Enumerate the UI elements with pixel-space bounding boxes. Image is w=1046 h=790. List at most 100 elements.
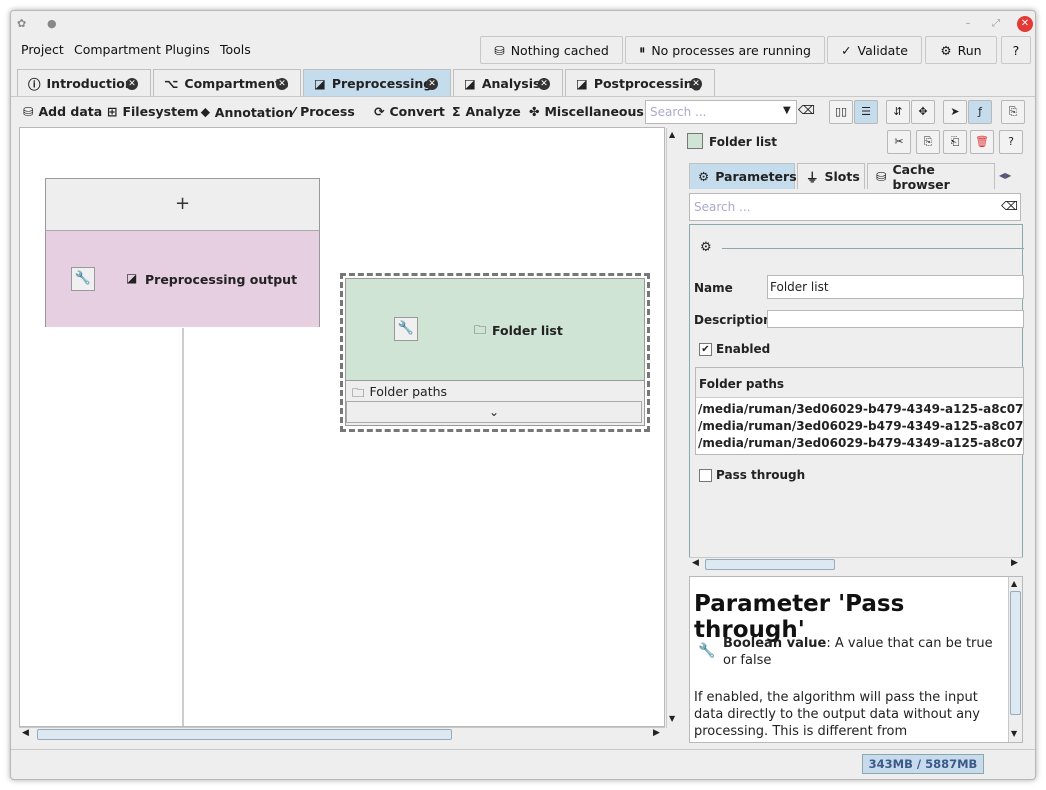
scroll-left-icon[interactable]: ◀ xyxy=(692,558,699,568)
auto-layout-icon[interactable]: ⇵ xyxy=(886,100,910,124)
convert-button[interactable]: ⟳ Convert xyxy=(374,104,445,119)
compartment-icon: ◪ xyxy=(464,76,476,91)
menu-compartment[interactable]: Compartment xyxy=(74,42,161,57)
enabled-checkbox[interactable]: ✔ xyxy=(699,343,712,356)
miscellaneous-label: Miscellaneous xyxy=(544,104,644,119)
scroll-left-icon[interactable]: ◀ xyxy=(22,728,29,738)
export-icon[interactable]: ⎘ xyxy=(1001,100,1025,124)
cache-status-button[interactable]: ⛁ Nothing cached xyxy=(480,36,623,64)
close-window-button[interactable]: ✕ xyxy=(1017,16,1033,32)
tab-label: Cache browser xyxy=(892,161,950,192)
run-button[interactable]: ⚙ Run xyxy=(925,36,997,64)
canvas-horizontal-scrollbar[interactable]: ◀ ▶ xyxy=(19,727,665,741)
tab-introduction[interactable]: ⓘ Introduction ✕ xyxy=(17,69,151,97)
tab-label: Parameters xyxy=(715,169,797,184)
close-tab-icon[interactable]: ✕ xyxy=(538,78,550,90)
preprocessing-output-node[interactable]: + 🔧 ◪ Preprocessing output xyxy=(45,178,320,327)
copy-icon[interactable]: ⎘ xyxy=(916,130,940,154)
database-icon: ⛁ xyxy=(876,169,887,184)
scroll-up-icon[interactable]: ▲ xyxy=(669,130,675,139)
tab-label: Compartments xyxy=(184,76,289,91)
canvas-vertical-scrollbar[interactable]: ▲ ▼ xyxy=(666,128,680,728)
parameter-search-input[interactable]: Search ... xyxy=(689,193,1021,221)
menu-plugins[interactable]: Plugins xyxy=(165,42,210,57)
layout-columns-icon[interactable]: ▯▯ xyxy=(829,100,853,124)
node-body: 🔧 🗀 Folder list xyxy=(346,279,644,381)
add-slot-button[interactable]: + xyxy=(46,179,319,231)
pause-icon: ⏸ xyxy=(639,42,646,57)
folder-paths-editor[interactable]: Folder paths /media/ruman/3ed06029-b479-… xyxy=(695,367,1024,455)
dropdown-arrow-icon[interactable]: ▼ xyxy=(783,105,791,116)
folder-path-row[interactable]: /media/ruman/3ed06029-b479-4349-a125-a8c… xyxy=(698,436,1023,450)
node-title: Folder list xyxy=(492,323,563,338)
process-status-label: No processes are running xyxy=(651,42,811,58)
paste-icon[interactable]: ⎗ xyxy=(943,130,967,154)
pass-through-checkbox[interactable] xyxy=(699,469,712,482)
expand-button[interactable]: ⌄ xyxy=(346,401,642,423)
process-button[interactable]: ⁄ Process xyxy=(293,104,355,119)
close-tab-icon[interactable]: ✕ xyxy=(426,78,438,90)
scroll-thumb[interactable] xyxy=(705,559,835,570)
minimize-button[interactable]: – xyxy=(960,16,976,32)
close-tab-icon[interactable]: ✕ xyxy=(276,78,288,90)
close-tab-icon[interactable]: ✕ xyxy=(126,78,138,90)
tab-compartments[interactable]: ⌥ Compartments ✕ xyxy=(153,69,301,97)
properties-panel: Folder list ✂ ⎘ ⎗ 🗑 ? ⚙ Parameters ⏚ Slots… xyxy=(685,127,1027,743)
edge-tool-icon[interactable]: ƒ xyxy=(968,100,992,124)
tab-preprocessing[interactable]: ◪ Preprocessing ✕ xyxy=(303,69,451,97)
maximize-button[interactable]: ⤢ xyxy=(988,16,1004,32)
layout-rows-icon[interactable]: ☰ xyxy=(854,100,878,124)
tab-parameters[interactable]: ⚙ Parameters xyxy=(689,163,797,189)
pass-through-label: Pass through xyxy=(716,468,806,482)
node-search-input[interactable]: Search ... xyxy=(645,100,797,124)
add-data-button[interactable]: ⛁ Add data xyxy=(23,104,102,119)
tab-analysis[interactable]: ◪ Analysis ✕ xyxy=(453,69,563,97)
scroll-right-icon[interactable]: ▶ xyxy=(653,728,660,738)
process-status-button[interactable]: ⏸ No processes are running xyxy=(625,36,825,64)
scroll-thumb[interactable] xyxy=(37,729,452,740)
node-body: 🔧 ◪ Preprocessing output xyxy=(46,231,319,327)
scroll-thumb[interactable] xyxy=(1010,591,1021,715)
menu-project[interactable]: Project xyxy=(21,42,64,57)
clear-search-icon[interactable]: ⌫ xyxy=(798,103,815,117)
tab-label: Introduction xyxy=(46,76,134,91)
scroll-down-icon[interactable]: ▼ xyxy=(1011,729,1017,738)
pin-icon[interactable]: ● xyxy=(47,17,57,30)
parameter-horizontal-scrollbar[interactable]: ◀ ▶ xyxy=(689,557,1023,571)
folder-path-row[interactable]: /media/ruman/3ed06029-b479-4349-a125-a8c… xyxy=(698,402,1023,416)
clear-search-icon[interactable]: ⌫ xyxy=(1001,199,1018,213)
scroll-right-icon[interactable]: ▶ xyxy=(1011,558,1018,568)
analyze-button[interactable]: Σ Analyze xyxy=(452,104,521,119)
run-label: Run xyxy=(957,42,982,58)
scroll-down-icon[interactable]: ▼ xyxy=(669,714,675,723)
pointer-tool-icon[interactable]: ➤ xyxy=(943,100,967,124)
filesystem-button[interactable]: ⊞ Filesystem xyxy=(107,104,199,119)
name-field[interactable]: Folder list xyxy=(767,275,1024,299)
help-button[interactable]: ? xyxy=(1001,36,1031,64)
tab-slots[interactable]: ⏚ Slots xyxy=(797,163,865,189)
plug-icon: ⏚ xyxy=(806,170,819,185)
tab-cache-browser[interactable]: ⛁ Cache browser xyxy=(867,161,995,192)
miscellaneous-button[interactable]: ✤ Miscellaneous xyxy=(529,104,644,119)
scroll-up-icon[interactable]: ▲ xyxy=(1011,579,1017,588)
tab-postprocessing[interactable]: ◪ Postprocessing ✕ xyxy=(565,69,715,97)
description-field[interactable] xyxy=(767,310,1024,328)
tab-scroll-icon[interactable]: ◀▶ xyxy=(999,171,1011,180)
center-view-icon[interactable]: ✥ xyxy=(911,100,935,124)
delete-icon[interactable]: 🗑 xyxy=(970,130,994,154)
compartment-icon: ◪ xyxy=(126,271,138,285)
wrench-icon[interactable]: 🔧 xyxy=(394,317,418,341)
graph-canvas[interactable]: + 🔧 ◪ Preprocessing output 🔧 🗀 Folder li… xyxy=(19,127,680,728)
memory-indicator[interactable]: 343MB / 5887MB xyxy=(862,754,984,774)
folder-list-node[interactable]: 🔧 🗀 Folder list 🗀 Folder paths ⌄ xyxy=(345,278,645,426)
wrench-icon: 🔧 xyxy=(698,643,716,659)
wrench-icon[interactable]: 🔧 xyxy=(71,267,95,291)
folder-path-row[interactable]: /media/ruman/3ed06029-b479-4349-a125-a8c… xyxy=(698,419,1023,433)
annotation-button[interactable]: ⬥ Annotation xyxy=(201,104,293,120)
help-icon[interactable]: ? xyxy=(999,130,1023,154)
menu-tools[interactable]: Tools xyxy=(220,42,251,57)
close-tab-icon[interactable]: ✕ xyxy=(690,78,702,90)
help-vertical-scrollbar[interactable]: ▲ ▼ xyxy=(1008,577,1022,742)
cut-icon[interactable]: ✂ xyxy=(887,130,911,154)
validate-button[interactable]: ✓ Validate xyxy=(827,36,922,64)
